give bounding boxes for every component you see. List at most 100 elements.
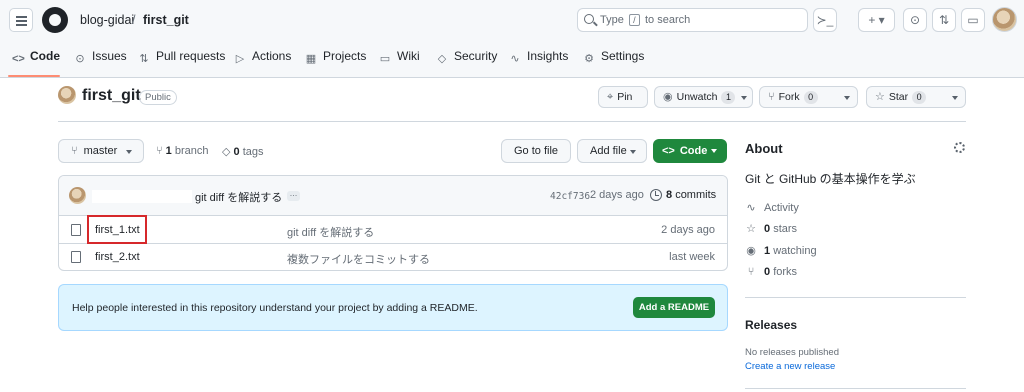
code-icon: <> — [12, 53, 25, 65]
tab-label: Wiki — [397, 49, 420, 63]
forks-link[interactable]: ⑂ 0 forks — [745, 266, 797, 278]
star-button[interactable]: ☆ Star 0 — [866, 86, 966, 108]
tag-icon: ◇ — [222, 146, 231, 158]
tab-label: Settings — [601, 49, 645, 63]
branch-count: 1 — [165, 145, 172, 157]
activity-link[interactable]: ∿ Activity — [745, 201, 799, 214]
breadcrumb-owner[interactable]: blog-gidai — [80, 13, 134, 27]
tab-code[interactable]: <> Code — [12, 49, 60, 65]
tab-label: Code — [30, 49, 60, 63]
commit-sha[interactable]: 42cf736 — [550, 191, 590, 202]
graph-icon: ∿ — [510, 53, 520, 65]
pulse-icon: ∿ — [746, 202, 756, 214]
code-dropdown-button[interactable]: <> Code — [653, 139, 727, 163]
chevron-down-icon — [711, 149, 717, 153]
eye-icon: ◉ — [746, 245, 756, 257]
star-icon: ☆ — [746, 223, 756, 235]
create-new-button[interactable]: + ▾ — [858, 8, 895, 32]
chevron-down-icon — [126, 150, 132, 154]
table-icon: ▦ — [305, 53, 317, 65]
breadcrumb-separator: / — [132, 13, 136, 27]
issues-icon[interactable]: ⊙ — [903, 8, 927, 32]
commit-expand-button[interactable]: … — [287, 190, 300, 201]
play-icon: ▷ — [235, 53, 245, 65]
stars-link[interactable]: ☆ 0 stars — [745, 222, 797, 235]
history-icon — [650, 189, 662, 201]
releases-heading[interactable]: Releases — [745, 318, 797, 332]
activity-label: Activity — [764, 202, 799, 214]
tab-issues[interactable]: ⊙ Issues — [74, 49, 126, 65]
tab-settings[interactable]: ⚙ Settings — [583, 49, 644, 65]
pull-request-icon: ⇅ — [139, 53, 149, 65]
add-readme-button[interactable]: Add a README — [633, 297, 715, 318]
pin-button[interactable]: ⌖ Pin — [598, 86, 648, 108]
file-name-link[interactable]: first_2.txt — [95, 251, 140, 263]
breadcrumb-repo[interactable]: first_git — [143, 13, 189, 27]
star-icon: ☆ — [875, 91, 885, 103]
tab-label: Projects — [323, 49, 367, 63]
chevron-down-icon — [741, 96, 747, 100]
search-placeholder-after: to search — [644, 14, 691, 26]
command-palette-icon[interactable]: ≻_ — [813, 8, 837, 32]
menu-icon[interactable] — [9, 8, 33, 32]
watching-link[interactable]: ◉ 1 watching — [745, 244, 817, 257]
file-icon — [71, 251, 81, 263]
fork-counter: 0 — [803, 91, 818, 104]
add-file-button[interactable]: Add file — [577, 139, 647, 163]
forks-count: 0 — [764, 266, 771, 278]
gear-icon[interactable] — [954, 142, 965, 153]
visibility-badge: Public — [139, 90, 177, 105]
branches-link[interactable]: ⑂ 1 branch — [156, 145, 209, 157]
commit-author-avatar[interactable] — [69, 187, 86, 204]
tab-security[interactable]: ◇ Security — [436, 49, 498, 65]
github-logo-icon[interactable] — [42, 7, 68, 33]
commit-author-redacted — [92, 190, 192, 203]
fork-label: Fork — [778, 91, 800, 103]
star-label: Star — [888, 91, 909, 103]
fork-button[interactable]: ⑂ Fork 0 — [759, 86, 858, 108]
chevron-down-icon — [844, 96, 850, 100]
branch-word: branch — [174, 145, 209, 157]
repo-owner-avatar[interactable] — [58, 86, 76, 104]
tab-wiki[interactable]: ▭ Wiki — [379, 49, 420, 65]
tab-actions[interactable]: ▷ Actions — [234, 49, 292, 65]
create-release-link[interactable]: Create a new release — [745, 361, 835, 372]
inbox-icon[interactable]: ▭ — [961, 8, 985, 32]
code-button-label: Code — [679, 145, 708, 157]
commits-link[interactable]: 8 commits — [666, 189, 716, 201]
tab-pull-requests[interactable]: ⇅ Pull requests — [138, 49, 225, 65]
divider — [58, 121, 966, 122]
shield-icon: ◇ — [437, 53, 447, 65]
tab-label: Insights — [527, 49, 569, 63]
add-file-label: Add file — [590, 145, 627, 157]
pin-label: Pin — [617, 91, 633, 103]
eye-icon: ◉ — [663, 91, 673, 103]
watching-word: watching — [773, 245, 817, 257]
about-heading: About — [745, 141, 783, 156]
branch-select-button[interactable]: ⑂ master — [58, 139, 144, 163]
go-to-file-button[interactable]: Go to file — [501, 139, 572, 163]
table-row: first_1.txt git diff を解説する 2 days ago — [59, 217, 727, 244]
tag-count: 0 — [233, 146, 240, 158]
tab-projects[interactable]: ▦ Projects — [305, 49, 367, 65]
user-avatar[interactable] — [992, 7, 1017, 32]
tab-label: Actions — [252, 49, 292, 63]
unwatch-button[interactable]: ◉ Unwatch 1 — [654, 86, 753, 108]
no-releases-text: No releases published — [745, 347, 840, 358]
search-placeholder-before: Type — [600, 14, 624, 26]
file-commit-message[interactable]: git diff を解説する — [287, 224, 374, 240]
readme-banner-text: Help people interested in this repositor… — [72, 302, 478, 314]
file-commit-time: last week — [669, 251, 715, 263]
tab-insights[interactable]: ∿ Insights — [509, 49, 568, 65]
watch-counter: 1 — [721, 91, 736, 104]
file-commit-message[interactable]: 複数ファイルをコミットする — [287, 251, 430, 267]
search-shortcut-key: / — [628, 14, 640, 27]
latest-commit-message[interactable]: git diff を解説する — [195, 189, 282, 205]
unwatch-label: Unwatch — [676, 91, 718, 103]
table-row: first_2.txt 複数ファイルをコミットする last week — [59, 244, 727, 270]
stars-count: 0 — [764, 223, 771, 235]
pull-requests-icon[interactable]: ⇅ — [932, 8, 956, 32]
repo-title[interactable]: first_git — [82, 87, 141, 105]
tags-link[interactable]: ◇ 0 tags — [222, 145, 264, 158]
search-input[interactable]: Type / to search — [577, 8, 808, 32]
